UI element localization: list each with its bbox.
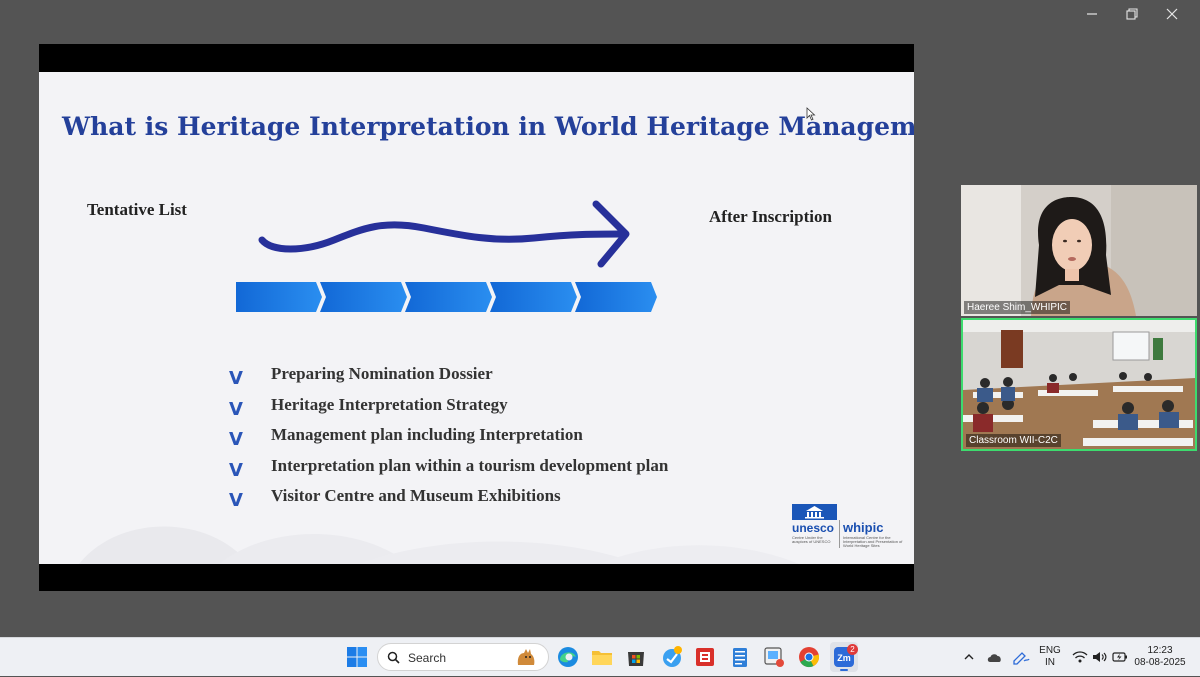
notepad-icon[interactable] (728, 645, 752, 669)
decorative-waves (79, 526, 799, 564)
edge-browser-icon[interactable] (556, 645, 580, 669)
participant-video-tile[interactable]: Haeree Shim_WHIPIC (961, 185, 1197, 316)
region-code: IN (1045, 657, 1055, 668)
clock[interactable]: 12:23 08-08-2025 (1133, 645, 1187, 669)
language-indicator[interactable]: ENG IN (1038, 645, 1062, 669)
close-icon[interactable] (1166, 8, 1180, 20)
language-code: ENG (1039, 645, 1061, 656)
list-item-text: Preparing Nomination Dossier (271, 364, 493, 383)
check-icon: V (229, 429, 243, 450)
window-controls (1086, 8, 1180, 20)
presentation-app-icon[interactable] (693, 645, 717, 669)
participant-video-tile-active[interactable]: Classroom WII-C2C (961, 318, 1197, 451)
chevron-step-3 (405, 282, 492, 312)
chrome-browser-icon[interactable] (797, 645, 821, 669)
whipic-subtitle: International Centre for the Interpretat… (843, 535, 903, 548)
mouse-cursor-icon (806, 107, 816, 121)
volume-icon[interactable] (1092, 650, 1108, 664)
presentation-slide: What is Heritage Interpretation in World… (39, 72, 914, 564)
taskbar: Zm 2 ENG IN 12: (0, 637, 1200, 676)
list-item-text: Management plan including Interpretation (271, 425, 583, 444)
taskbar-search[interactable] (377, 643, 549, 671)
logo-divider (839, 520, 840, 548)
unesco-subtitle: Centre Under the auspices of UNESCO (792, 535, 831, 544)
cloud-weather-icon[interactable] (986, 649, 1004, 665)
minimize-icon[interactable] (1086, 8, 1100, 20)
battery-charging-icon[interactable] (1112, 650, 1128, 664)
check-icon: V (229, 459, 243, 481)
file-explorer-icon[interactable] (590, 645, 614, 669)
windows-start-icon[interactable] (345, 645, 369, 669)
unesco-wordmark: unesco (792, 521, 835, 535)
after-inscription-label: After Inscription (709, 207, 832, 226)
list-item-text: Interpretation plan within a tourism dev… (271, 455, 669, 475)
check-icon: V (229, 398, 243, 420)
svg-text:Zm: Zm (837, 653, 851, 663)
clock-time: 12:23 (1147, 645, 1173, 656)
classroom-video-image (963, 320, 1195, 449)
process-chevrons (236, 282, 657, 312)
unesco-whipic-logo: unesco Centre Under the auspices of UNES… (792, 504, 902, 552)
clock-date: 08-08-2025 (1134, 657, 1186, 668)
chevron-step-1 (236, 282, 322, 312)
zoom-notification-badge: 2 (847, 644, 858, 655)
shared-screen: What is Heritage Interpretation in World… (39, 44, 914, 591)
unesco-temple-icon (792, 504, 837, 520)
microsoft-store-icon[interactable] (624, 645, 648, 669)
timeline-arrow-icon (258, 200, 630, 268)
slide-title: What is Heritage Interpretation in World… (62, 112, 914, 141)
search-icon (387, 651, 400, 664)
search-input[interactable] (406, 648, 510, 668)
copilot-app-icon[interactable] (660, 645, 684, 669)
snipping-tool-icon[interactable] (762, 645, 786, 669)
participant-name: Haeree Shim_WHIPIC (964, 301, 1071, 314)
speaker-video-image (961, 185, 1197, 316)
participant-name: Classroom WII-C2C (966, 434, 1061, 447)
chevron-step-4 (490, 282, 577, 312)
chevron-step-2 (320, 282, 407, 312)
restore-icon[interactable] (1126, 8, 1140, 20)
whipic-wordmark: whipic (843, 520, 884, 535)
cat-search-highlight-icon (517, 649, 535, 665)
tentative-list-label: Tentative List (87, 200, 187, 219)
list-item-text: Heritage Interpretation Strategy (271, 394, 508, 414)
list-item-text: Visitor Centre and Museum Exhibitions (271, 486, 561, 505)
chevron-step-5 (575, 282, 657, 312)
chevron-up-icon[interactable] (962, 650, 976, 664)
wifi-icon[interactable] (1072, 650, 1088, 664)
zoom-app-icon[interactable]: Zm 2 (830, 642, 858, 672)
pen-input-icon[interactable] (1012, 649, 1030, 665)
check-icon: V (229, 368, 243, 389)
